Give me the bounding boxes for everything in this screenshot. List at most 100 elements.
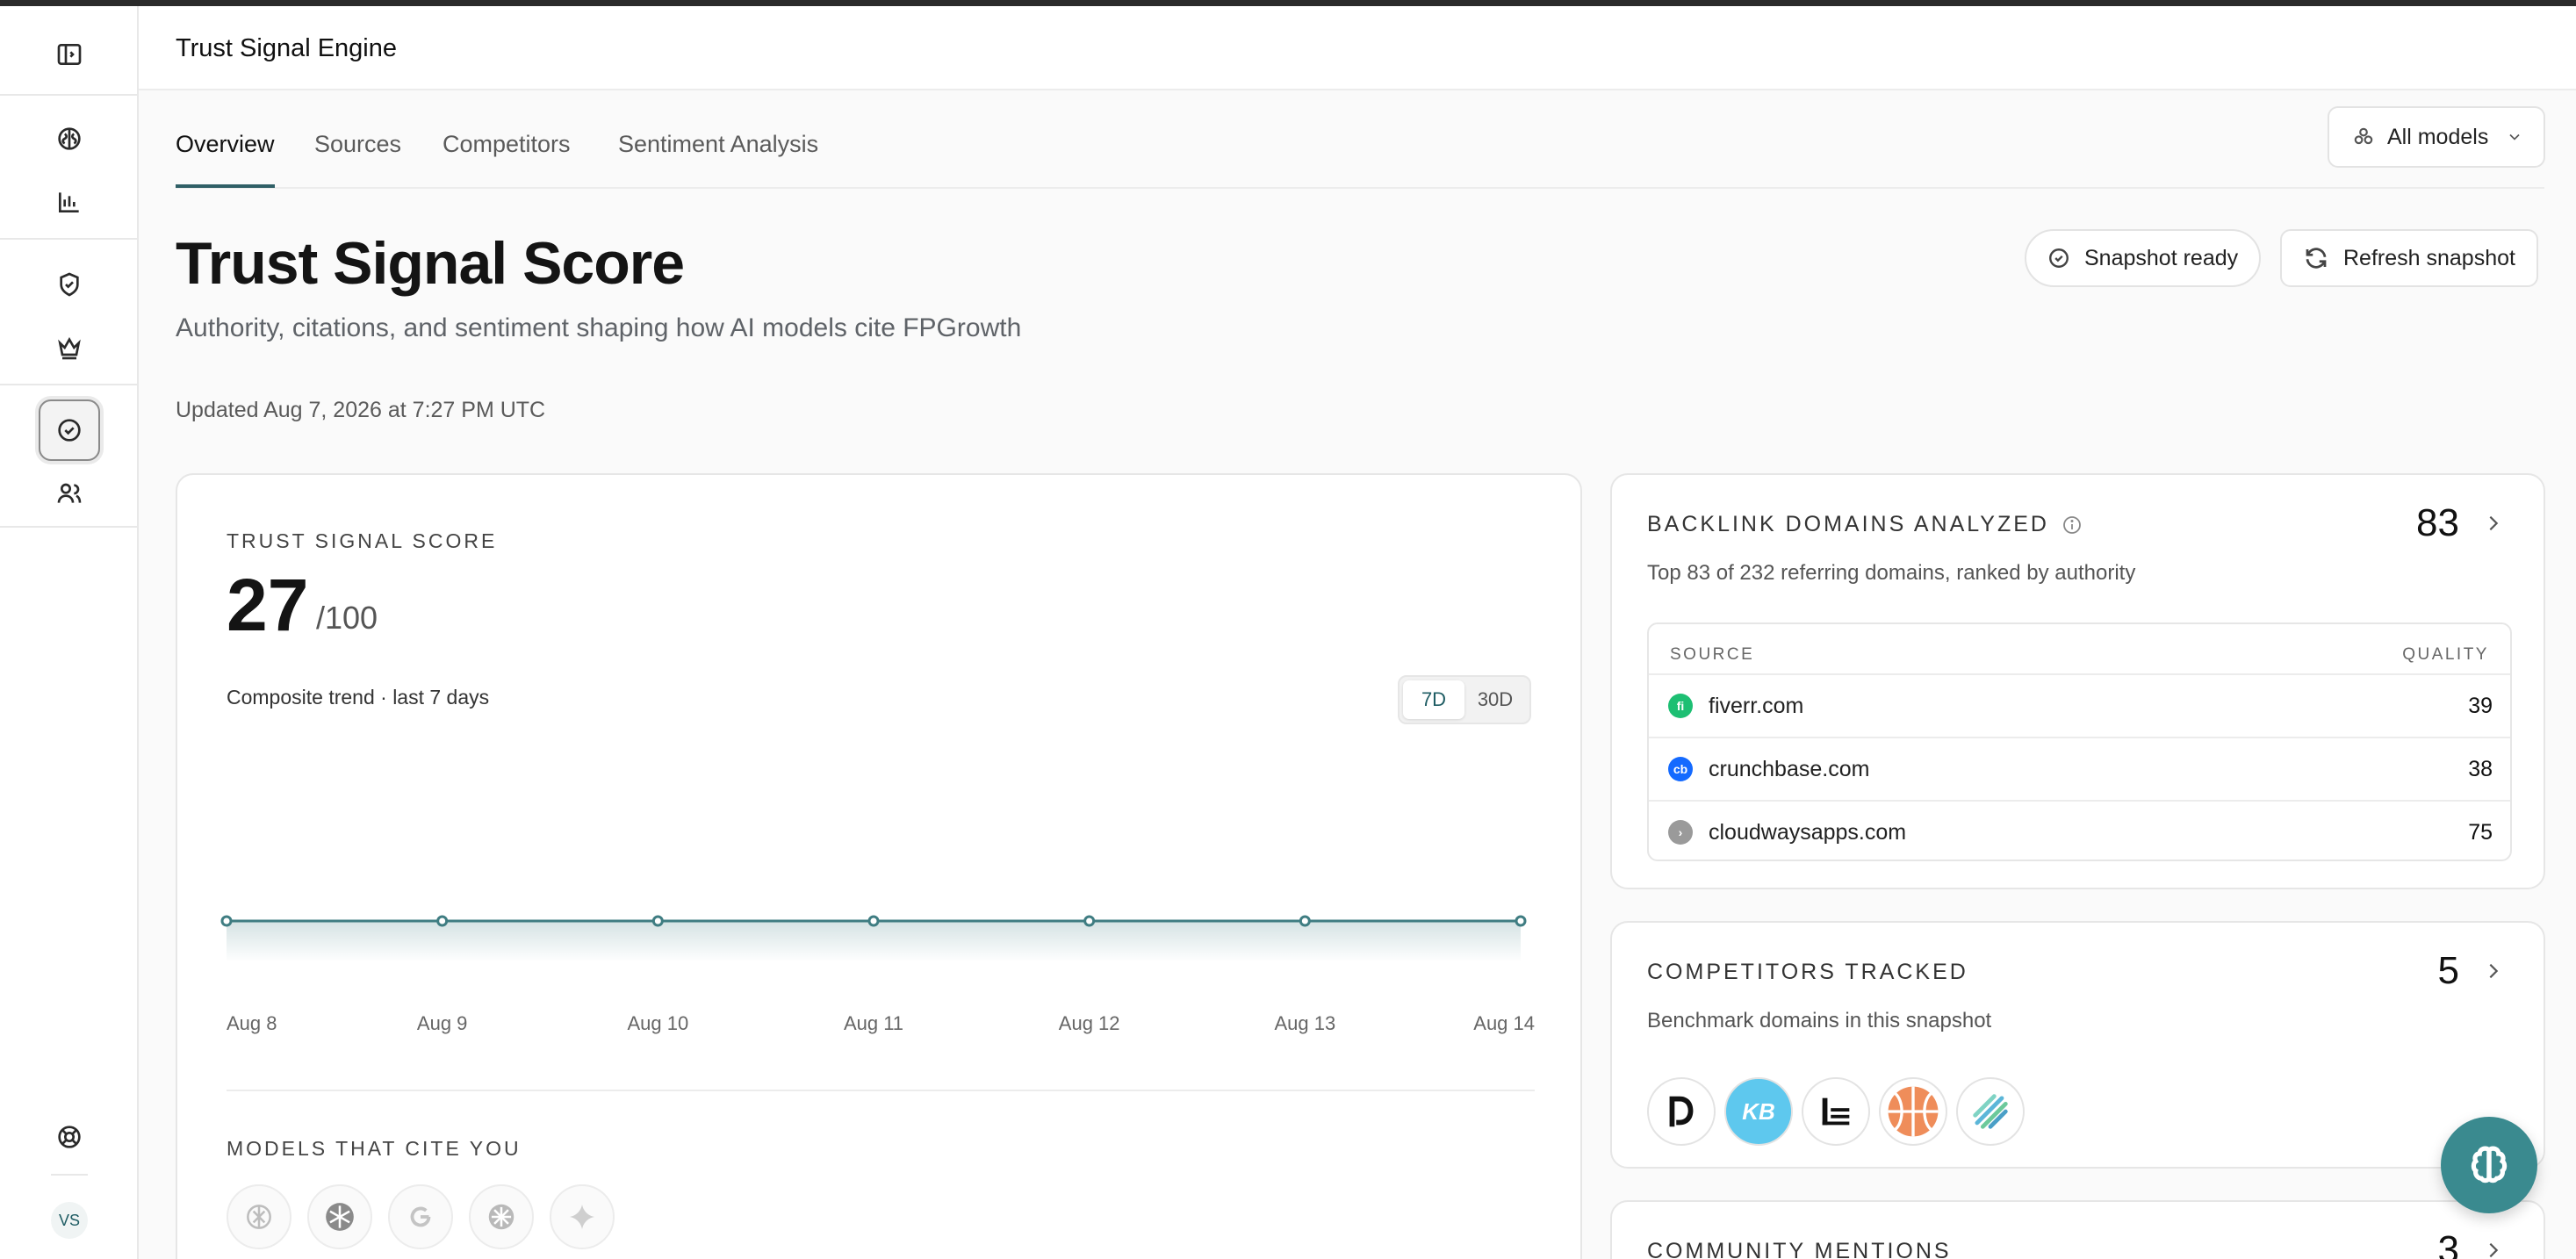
competitor-d-logo-icon[interactable] <box>1647 1077 1716 1146</box>
x-tick-label: Aug 13 <box>1274 1012 1335 1034</box>
sidebar-item-users[interactable] <box>39 463 100 524</box>
trend-point[interactable] <box>220 915 233 927</box>
range-7d-button[interactable]: 7D <box>1403 680 1464 719</box>
backlink-domains-card[interactable]: BACKLINK DOMAINS ANALYZED 83 Top 83 of 2… <box>1610 473 2545 889</box>
trend-area <box>227 921 1521 962</box>
table-row[interactable]: › cloudwaysapps.com 75 <box>1649 800 2510 860</box>
tab-sources[interactable]: Sources <box>314 131 401 184</box>
chevron-right-icon[interactable] <box>2484 1241 2503 1259</box>
competitor-lines-logo-icon[interactable] <box>1802 1077 1870 1146</box>
quality-score: 39 <box>2468 693 2493 718</box>
competitors-subtitle: Benchmark domains in this snapshot <box>1647 1009 1992 1032</box>
trend-point[interactable] <box>436 915 449 927</box>
panel-toggle-icon <box>57 44 82 65</box>
sidebar-item-brain[interactable] <box>39 108 100 169</box>
top-bar: Trust Signal Engine <box>139 6 2576 90</box>
kb-logo-text: KB <box>1742 1097 1775 1125</box>
app-title: Trust Signal Engine <box>176 34 398 62</box>
crown-icon <box>58 336 81 360</box>
crunchbase-favicon-icon: cb <box>1668 757 1693 781</box>
trend-point[interactable] <box>651 915 664 927</box>
tab-bar: Overview Sources Competitors Sentiment A… <box>176 119 2544 189</box>
table-row[interactable]: fi fiverr.com 39 <box>1649 673 2510 737</box>
backlinks-title: BACKLINK DOMAINS ANALYZED <box>1647 512 2049 536</box>
avatar[interactable]: VS <box>51 1202 88 1239</box>
sidebar-divider <box>51 1174 88 1176</box>
model-filter-value: All models <box>2387 124 2489 149</box>
sidebar-divider <box>0 384 139 385</box>
sidebar: VS <box>0 6 139 1259</box>
backlinks-title-row: BACKLINK DOMAINS ANALYZED <box>1647 512 2083 537</box>
sidebar-item-analytics[interactable] <box>39 171 100 233</box>
community-count: 3 <box>2437 1228 2459 1259</box>
cloudways-favicon-icon: › <box>1668 820 1693 845</box>
claude-icon[interactable] <box>469 1184 534 1249</box>
models-eyebrow: MODELS THAT CITE YOU <box>227 1137 522 1160</box>
tab-competitors[interactable]: Competitors <box>443 131 571 184</box>
snapshot-status-badge: Snapshot ready <box>2025 229 2262 287</box>
table-row[interactable]: cb crunchbase.com 38 <box>1649 737 2510 800</box>
trend-chart: Aug 8 Aug 9 Aug 10 Aug 11 Aug 12 Aug 13 Aug 14 <box>220 915 1535 1034</box>
sidebar-divider <box>0 238 139 240</box>
tab-overview[interactable]: Overview <box>176 131 275 188</box>
backlinks-table: SOURCE QUALITY fi fiverr.com 39 cb crunc… <box>1647 622 2512 861</box>
competitors-tracked-card[interactable]: COMPETITORS TRACKED 5 Benchmark domains … <box>1610 921 2545 1169</box>
range-toggle: 7D 30D <box>1398 675 1531 724</box>
perplexity-icon[interactable] <box>307 1184 372 1249</box>
community-mentions-card[interactable]: COMMUNITY MENTIONS 3 <box>1610 1200 2545 1259</box>
trend-point[interactable] <box>1083 915 1096 927</box>
range-30d-button[interactable]: 30D <box>1464 680 1526 719</box>
gemini-icon[interactable] <box>550 1184 615 1249</box>
page-title: Trust Signal Score <box>176 230 685 297</box>
bar-chart-icon <box>59 192 79 212</box>
score-eyebrow: TRUST SIGNAL SCORE <box>227 529 498 552</box>
refresh-icon <box>2306 248 2327 269</box>
x-tick-label: Aug 8 <box>227 1012 277 1034</box>
sidebar-toggle-button[interactable] <box>39 24 100 85</box>
users-icon <box>57 483 82 503</box>
brain-icon <box>2471 1146 2508 1183</box>
community-title: COMMUNITY MENTIONS <box>1647 1239 1952 1259</box>
sidebar-divider <box>0 94 139 96</box>
card-divider <box>227 1090 1535 1091</box>
quality-score: 75 <box>2468 819 2493 845</box>
sidebar-item-help[interactable] <box>39 1106 100 1168</box>
backlinks-count: 83 <box>2416 501 2459 544</box>
score-max: /100 <box>316 600 378 636</box>
domain-name: cloudwaysapps.com <box>1709 819 1907 845</box>
google-icon[interactable] <box>388 1184 453 1249</box>
trend-point[interactable] <box>867 915 880 927</box>
competitor-kb-logo-icon[interactable]: KB <box>1724 1077 1793 1146</box>
model-filter-select[interactable]: All models <box>2328 106 2545 168</box>
refresh-snapshot-button[interactable]: Refresh snapshot <box>2280 229 2538 287</box>
competitor-basketball-logo-icon[interactable] <box>1879 1077 1947 1146</box>
shield-check-icon <box>60 272 79 297</box>
tab-sentiment-analysis[interactable]: Sentiment Analysis <box>618 131 818 184</box>
chevron-right-icon[interactable] <box>2484 514 2503 533</box>
sidebar-item-security[interactable] <box>39 254 100 315</box>
column-header-source: SOURCE <box>1670 645 1755 664</box>
backlinks-subtitle: Top 83 of 232 referring domains, ranked … <box>1647 561 2136 585</box>
domain-name: crunchbase.com <box>1709 756 1870 781</box>
trend-point[interactable] <box>1299 915 1311 927</box>
competitors-count: 5 <box>2437 949 2459 992</box>
chevron-right-icon[interactable] <box>2484 961 2503 981</box>
openai-icon[interactable] <box>227 1184 291 1249</box>
updated-timestamp: Updated Aug 7, 2026 at 7:27 PM UTC <box>176 398 546 422</box>
column-header-quality: QUALITY <box>2402 645 2489 664</box>
info-icon[interactable] <box>2062 514 2083 536</box>
x-tick-label: Aug 9 <box>417 1012 467 1034</box>
x-tick-label: Aug 10 <box>627 1012 688 1034</box>
check-circle-icon <box>2049 248 2069 268</box>
page-subtitle: Authority, citations, and sentiment shap… <box>176 313 1022 342</box>
fiverr-favicon-icon: fi <box>1668 694 1693 718</box>
sidebar-item-crown[interactable] <box>39 317 100 378</box>
score-value: 27 <box>227 564 309 646</box>
refresh-snapshot-label: Refresh snapshot <box>2343 245 2515 270</box>
ai-assistant-button[interactable] <box>2441 1117 2537 1213</box>
brain-icon <box>58 127 81 150</box>
competitor-stripes-logo-icon[interactable] <box>1956 1077 2025 1146</box>
chevron-down-icon <box>2509 133 2520 140</box>
trend-point[interactable] <box>1515 915 1527 927</box>
sidebar-item-trust[interactable] <box>39 399 100 461</box>
